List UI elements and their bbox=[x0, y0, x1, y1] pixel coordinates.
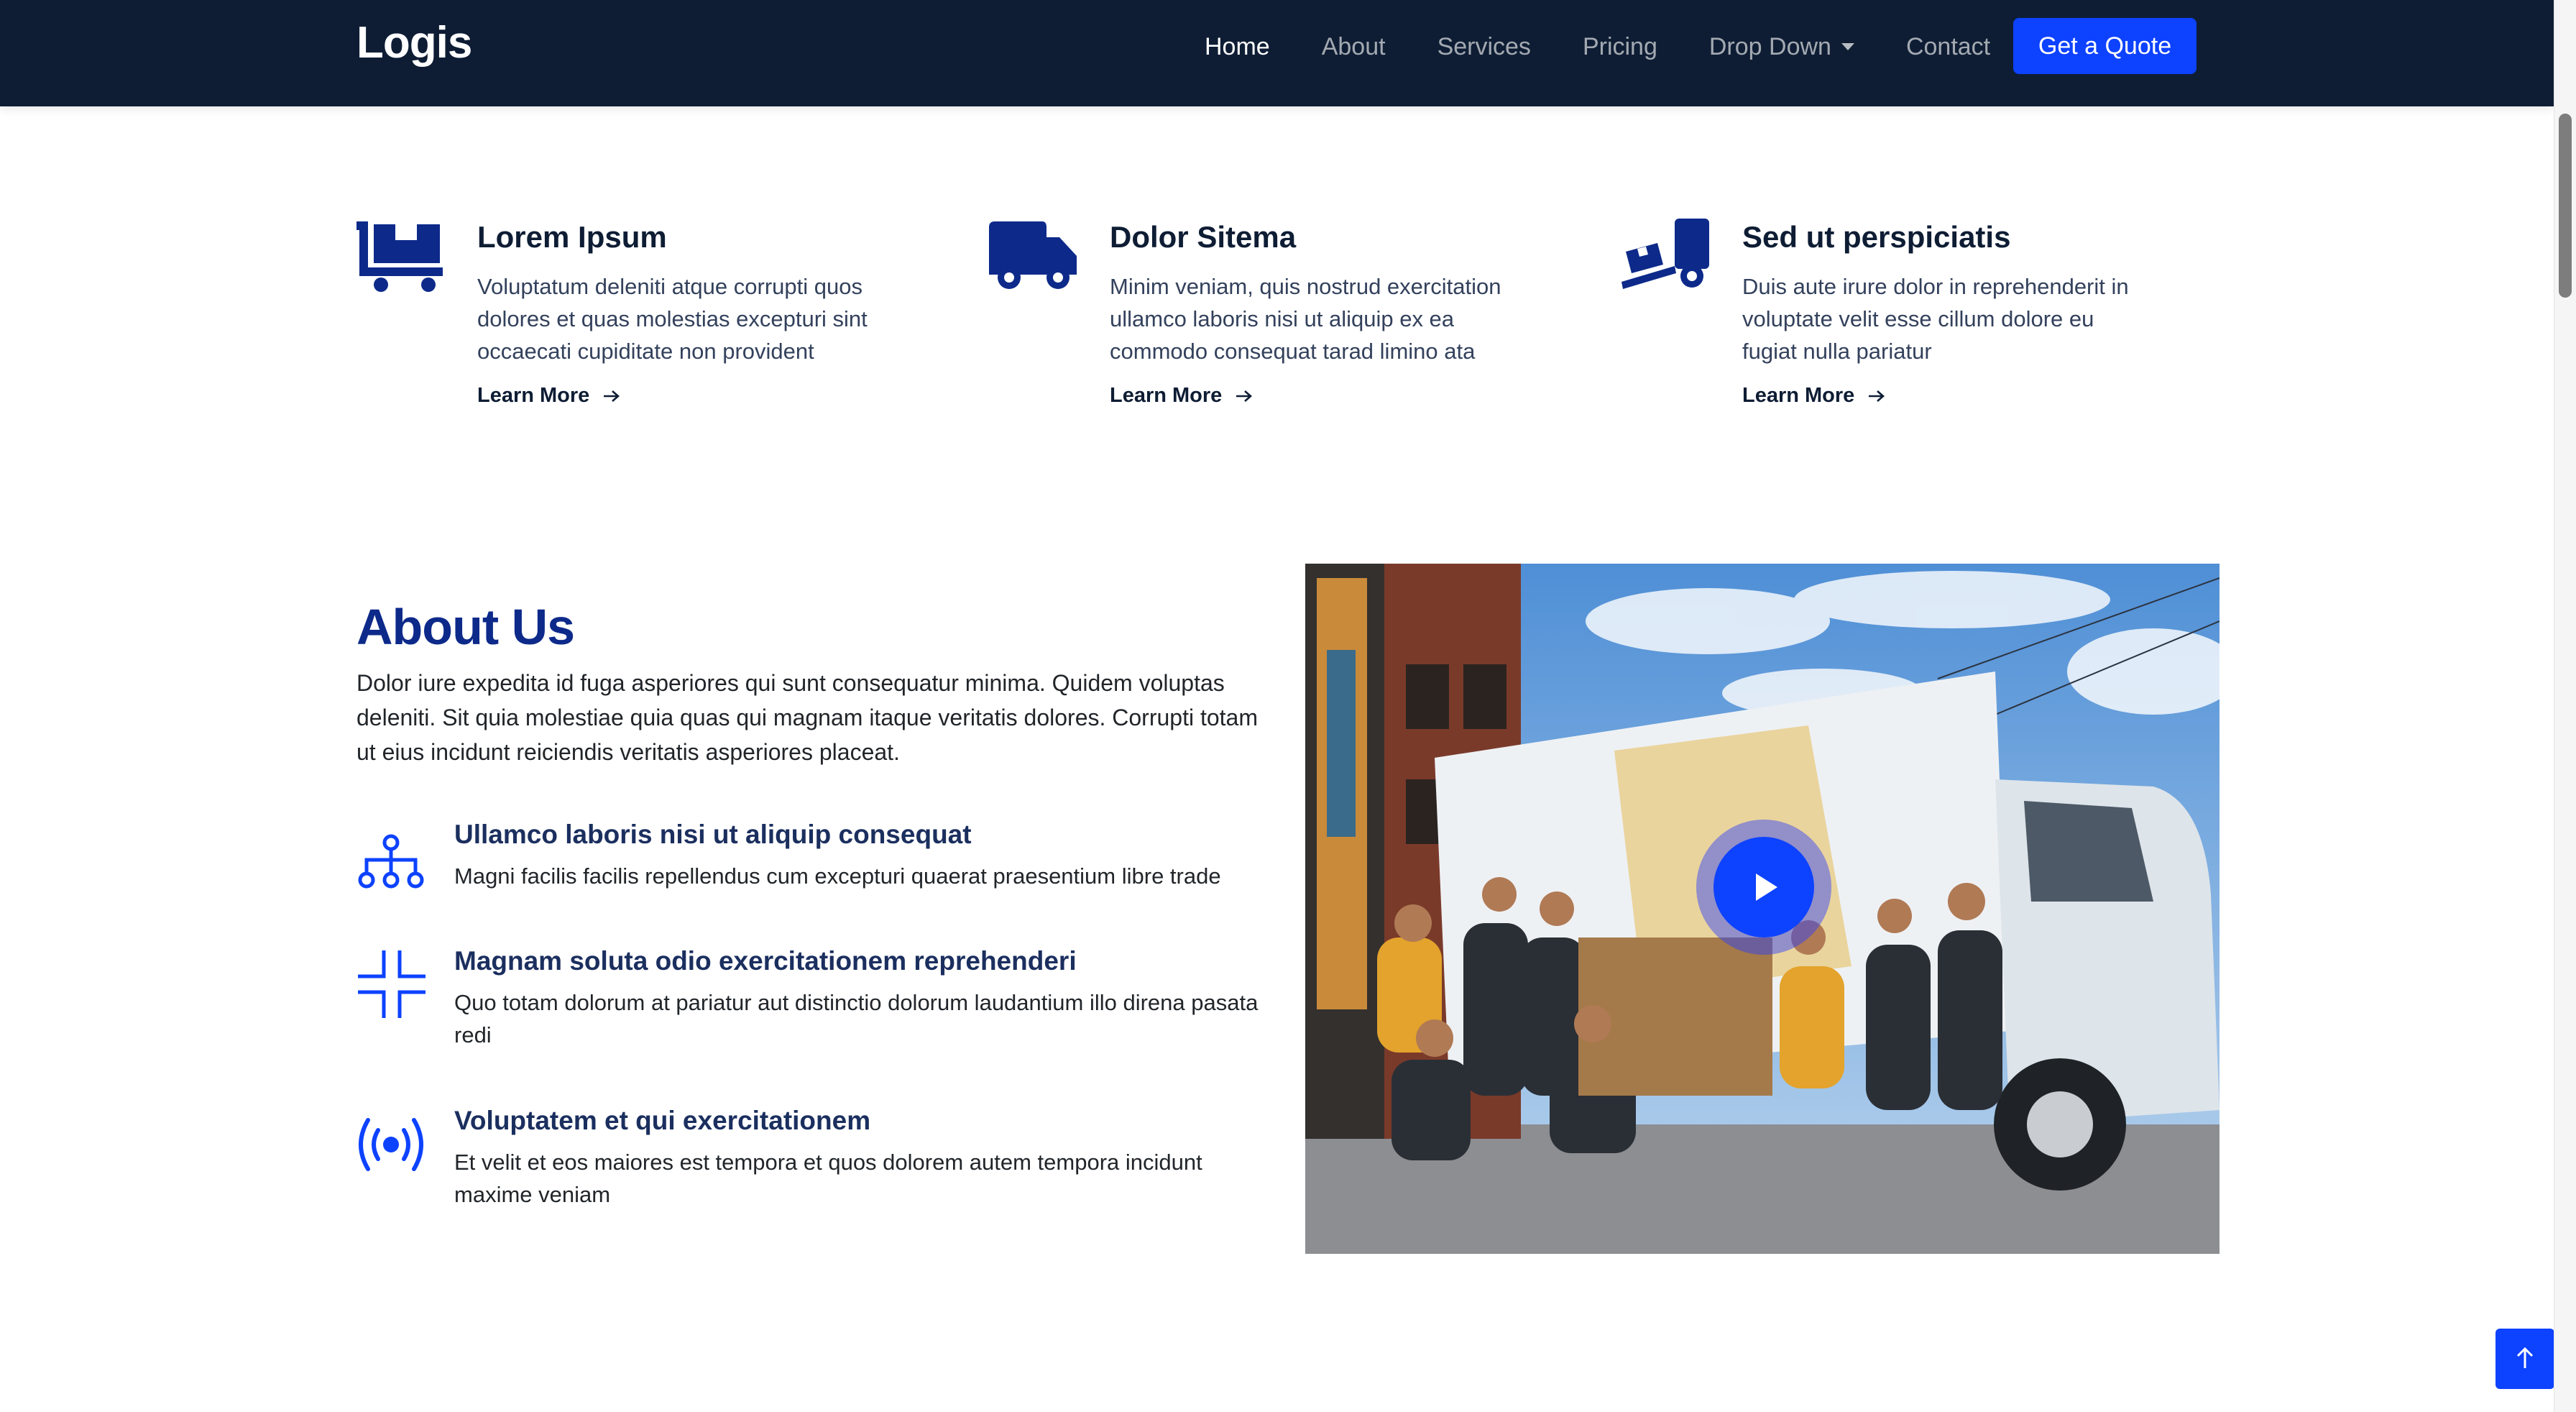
play-button[interactable] bbox=[1714, 837, 1814, 937]
fullscreen-exit-icon bbox=[358, 950, 426, 1018]
about-item-title: Voluptatem et qui exercitationem bbox=[454, 1106, 871, 1135]
about-item-title: Magnam soluta odio exercitationem repreh… bbox=[454, 946, 1077, 976]
nav-pricing-label: Pricing bbox=[1582, 32, 1657, 60]
logo[interactable]: Logis bbox=[356, 17, 472, 68]
feature-desc: Minim veniam, quis nostrud exercitation … bbox=[1110, 274, 1501, 364]
about-text: Dolor iure expedita id fuga asperiores q… bbox=[356, 670, 1258, 765]
nav-home-label: Home bbox=[1205, 32, 1270, 60]
nav-services[interactable]: Services bbox=[1438, 33, 1531, 61]
scrollbar[interactable] bbox=[2554, 0, 2576, 1412]
truck-icon bbox=[989, 221, 1077, 289]
main-nav: Home About Services Pricing Drop Down Co… bbox=[1205, 0, 2042, 93]
nav-about[interactable]: About bbox=[1322, 33, 1386, 61]
learn-more-label: Learn More bbox=[1742, 384, 1855, 407]
chevron-down-icon bbox=[1841, 43, 1854, 50]
feature-desc: Voluptatum deleniti atque corrupti quos … bbox=[477, 274, 868, 364]
learn-more-label: Learn More bbox=[1110, 384, 1223, 407]
nav-about-label: About bbox=[1321, 32, 1386, 60]
broadcast-icon bbox=[359, 1118, 423, 1171]
feature-desc: Duis aute irure dolor in reprehenderit i… bbox=[1742, 274, 2129, 364]
about-item-desc: Magni facilis facilis repellendus cum ex… bbox=[454, 863, 1221, 889]
truck-ramp-box-icon bbox=[1622, 219, 1709, 289]
learn-more-link[interactable]: Learn More bbox=[477, 384, 621, 408]
nav-services-label: Services bbox=[1437, 32, 1531, 60]
cart-flatbed-boxes-icon bbox=[356, 221, 443, 292]
site-header: Logis Home About Services Pricing Drop D… bbox=[0, 0, 2554, 106]
nav-contact-label: Contact bbox=[1905, 32, 1991, 60]
about-item-desc: Quo totam dolorum at pariatur aut distin… bbox=[454, 990, 1259, 1047]
back-to-top-button[interactable] bbox=[2496, 1329, 2554, 1389]
diagram-network-icon bbox=[358, 834, 424, 889]
learn-more-link[interactable]: Learn More bbox=[1742, 384, 1886, 408]
arrow-up-icon bbox=[2516, 1347, 2534, 1368]
scrollbar-thumb[interactable] bbox=[2559, 114, 2572, 298]
feature-title: Dolor Sitema bbox=[1110, 220, 1297, 254]
learn-more-link[interactable]: Learn More bbox=[1110, 384, 1254, 408]
learn-more-label: Learn More bbox=[477, 384, 590, 407]
arrow-right-icon bbox=[1869, 390, 1885, 402]
get-quote-button[interactable]: Get a Quote bbox=[2013, 18, 2196, 74]
arrow-right-icon bbox=[1236, 390, 1253, 402]
nav-pricing[interactable]: Pricing bbox=[1583, 33, 1657, 61]
play-icon bbox=[1756, 874, 1777, 901]
about-video[interactable] bbox=[1305, 564, 2220, 1254]
nav-home[interactable]: Home bbox=[1205, 33, 1270, 61]
feature-title: Lorem Ipsum bbox=[477, 220, 667, 254]
arrow-right-icon bbox=[604, 390, 620, 402]
nav-dropdown-label: Drop Down bbox=[1708, 32, 1831, 60]
about-item-title: Ullamco laboris nisi ut aliquip consequa… bbox=[454, 820, 972, 849]
nav-dropdown[interactable]: Drop Down bbox=[1709, 33, 1854, 61]
about-title: About Us bbox=[356, 599, 575, 655]
nav-contact[interactable]: Contact bbox=[1906, 33, 1990, 61]
feature-title: Sed ut perspiciatis bbox=[1742, 220, 2011, 254]
about-item-desc: Et velit et eos maiores est tempora et q… bbox=[454, 1150, 1202, 1207]
